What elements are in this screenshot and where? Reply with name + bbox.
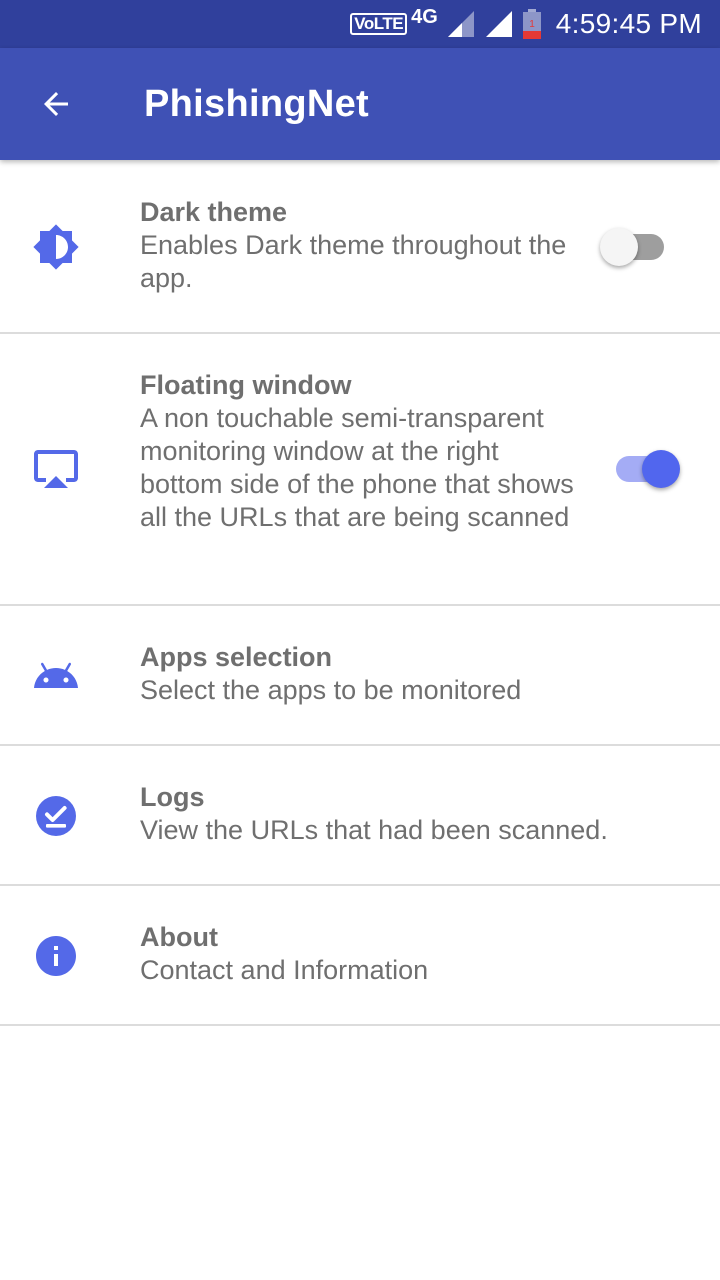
page-title: PhishingNet	[144, 82, 369, 125]
setting-about[interactable]: About Contact and Information	[0, 886, 720, 1026]
setting-dark-theme[interactable]: Dark theme Enables Dark theme throughout…	[0, 160, 720, 334]
setting-summary: Select the apps to be monitored	[140, 675, 522, 705]
battery-level: 1	[529, 19, 535, 30]
setting-floating-window[interactable]: Floating window A non touchable semi-tra…	[0, 334, 720, 606]
back-button[interactable]	[0, 48, 112, 160]
setting-logs[interactable]: Logs View the URLs that had been scanned…	[0, 746, 720, 886]
setting-summary: Contact and Information	[140, 955, 429, 985]
setting-title: Apps selection	[140, 642, 333, 672]
app-bar: PhishingNet	[0, 48, 720, 160]
android-icon	[34, 662, 78, 688]
floating-window-toggle[interactable]	[610, 444, 680, 494]
toggle-thumb	[600, 228, 638, 266]
info-icon	[36, 936, 76, 976]
setting-summary: Enables Dark theme throughout the app.	[140, 230, 567, 293]
setting-title: Dark theme	[140, 197, 288, 227]
signal-sim1-icon	[447, 11, 474, 37]
status-bar: VoLTE 4G 1 4:59:45 PM	[0, 0, 720, 48]
battery-icon: 1	[522, 9, 541, 39]
setting-apps-selection[interactable]: Apps selection Select the apps to be mon…	[0, 606, 720, 746]
setting-title: Floating window	[140, 370, 352, 400]
dark-theme-toggle[interactable]	[600, 222, 670, 272]
setting-summary: A non touchable semi-transparent monitor…	[140, 403, 574, 532]
airplay-icon	[34, 450, 78, 488]
signal-sim2-icon	[485, 11, 512, 37]
setting-title: About	[140, 922, 218, 952]
setting-title: Logs	[140, 782, 205, 812]
check-circle-icon	[36, 796, 76, 836]
volte-indicator: VoLTE	[350, 13, 408, 35]
setting-summary: View the URLs that had been scanned.	[140, 815, 608, 845]
settings-list: Dark theme Enables Dark theme throughout…	[0, 160, 720, 1026]
network-type: 4G	[411, 6, 438, 28]
arrow-back-icon	[44, 92, 68, 116]
brightness-icon	[33, 224, 79, 270]
toggle-thumb	[642, 450, 680, 488]
clock: 4:59:45 PM	[555, 8, 702, 39]
